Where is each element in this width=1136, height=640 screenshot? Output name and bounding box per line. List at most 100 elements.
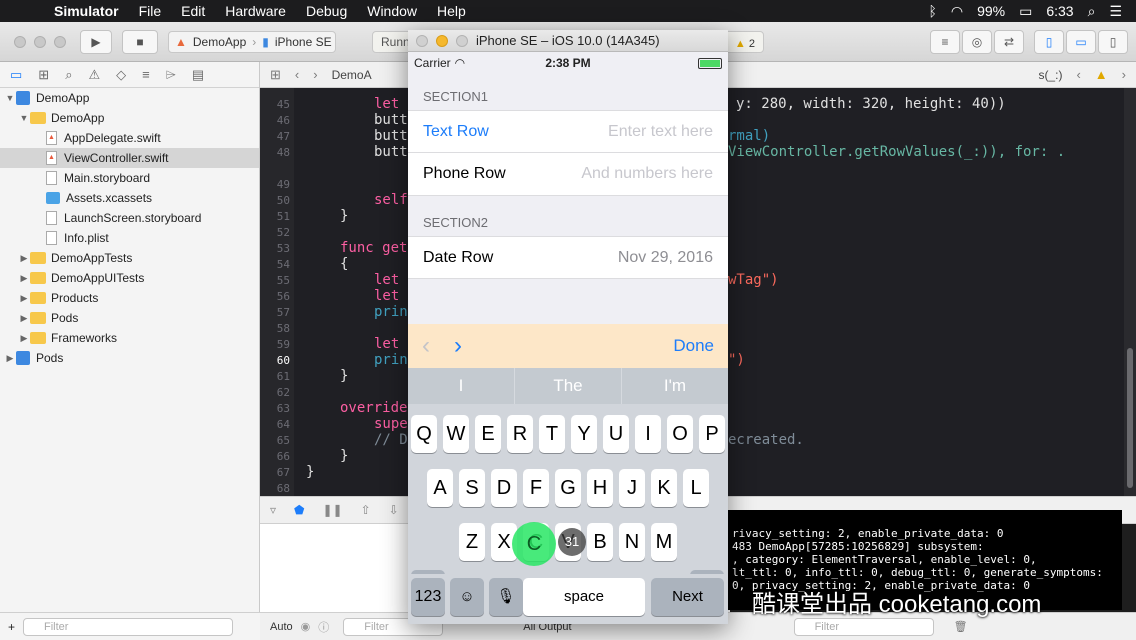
scrollbar-thumb[interactable] <box>1127 348 1133 488</box>
tree-item[interactable]: ▶ Products <box>0 288 259 308</box>
step-over-icon[interactable]: ⇧ <box>361 503 371 517</box>
suggestion-1[interactable]: I <box>408 368 515 404</box>
key-g[interactable]: G <box>555 469 581 507</box>
space-key[interactable]: space <box>523 578 645 616</box>
menu-debug[interactable]: Debug <box>296 3 357 19</box>
breakpoints-toggle-icon[interactable]: ⬟ <box>294 503 304 517</box>
standard-editor-button[interactable]: ≡ <box>930 30 960 54</box>
disclosure-closed-icon[interactable]: ▶ <box>18 293 30 304</box>
tree-item[interactable]: ▶ Pods <box>0 308 259 328</box>
back-icon[interactable]: ‹ <box>295 67 299 82</box>
done-button[interactable]: Done <box>673 336 714 356</box>
next-key[interactable]: Next <box>651 578 724 616</box>
spotlight-icon[interactable]: ⌕ <box>1088 3 1096 20</box>
auto-selector[interactable]: Auto <box>270 621 293 633</box>
emoji-key[interactable]: ☺ <box>450 578 484 616</box>
issue-icon[interactable]: ⚠ <box>88 67 100 83</box>
toggle-debug-button[interactable]: ▭ <box>1066 30 1096 54</box>
disclosure-closed-icon[interactable]: ▶ <box>4 353 16 364</box>
key-e[interactable]: E <box>475 415 501 453</box>
zoom-window-button[interactable] <box>54 36 66 48</box>
menu-edit[interactable]: Edit <box>171 3 215 19</box>
jumpbar-method[interactable]: s(_:) <box>1038 68 1062 82</box>
menu-hardware[interactable]: Hardware <box>215 3 296 19</box>
sim-minimize-button[interactable] <box>436 35 448 47</box>
key-p[interactable]: P <box>699 415 725 453</box>
numbers-key-bottom[interactable]: 123 <box>411 578 445 616</box>
editor-scrollbar[interactable] <box>1124 88 1136 496</box>
disclosure-closed-icon[interactable]: ▶ <box>18 273 30 284</box>
warning-icon-editor[interactable]: ▲ <box>1095 67 1108 82</box>
toggle-navigator-button[interactable]: ▯ <box>1034 30 1064 54</box>
console-filter-input[interactable]: Filter <box>793 617 934 636</box>
key-r[interactable]: R <box>507 415 533 453</box>
text-row-input[interactable]: Enter text here <box>608 123 713 141</box>
key-o[interactable]: O <box>667 415 693 453</box>
key-f[interactable]: F <box>523 469 549 507</box>
stop-button[interactable]: ■ <box>122 30 158 54</box>
key-u[interactable]: U <box>603 415 629 453</box>
disclosure-closed-icon[interactable]: ▶ <box>18 253 30 264</box>
key-h[interactable]: H <box>587 469 613 507</box>
suggestion-3[interactable]: I'm <box>622 368 728 404</box>
related-items-icon[interactable]: ⊞ <box>270 67 281 83</box>
menu-window[interactable]: Window <box>357 3 427 19</box>
phone-row-input[interactable]: And numbers here <box>581 165 713 183</box>
tree-item[interactable]: ▶ Frameworks <box>0 328 259 348</box>
tree-item[interactable]: LaunchScreen.storyboard <box>0 208 259 228</box>
key-k[interactable]: K <box>651 469 677 507</box>
tree-item[interactable]: ▲ AppDelegate.swift <box>0 128 259 148</box>
battery-percent[interactable]: 99% <box>977 3 1005 19</box>
scheme-selector[interactable]: ▲ DemoApp › ▮ iPhone SE <box>168 31 336 53</box>
key-n[interactable]: N <box>619 523 645 561</box>
notification-center-icon[interactable]: ☰ <box>1109 3 1122 20</box>
warning-badge[interactable]: ▲ 2 <box>735 34 755 54</box>
bluetooth-icon[interactable]: ᛒ <box>928 3 936 19</box>
clock[interactable]: 6:33 <box>1046 3 1073 19</box>
battery-icon[interactable]: ▭ <box>1019 3 1032 20</box>
breakpoint-icon[interactable]: ⌲ <box>166 67 176 83</box>
text-row[interactable]: Text Row Enter text here <box>408 110 728 153</box>
tree-item[interactable]: Assets.xcassets <box>0 188 259 208</box>
key-b[interactable]: B <box>587 523 613 561</box>
dictation-key[interactable]: 🎙 <box>489 578 523 616</box>
forward-icon[interactable]: › <box>313 67 317 82</box>
menu-app-name[interactable]: Simulator <box>44 3 129 19</box>
key-i[interactable]: I <box>635 415 661 453</box>
key-d[interactable]: D <box>491 469 517 507</box>
minimize-window-button[interactable] <box>34 36 46 48</box>
key-l[interactable]: L <box>683 469 709 507</box>
chevron-right-icon-editor[interactable]: › <box>1122 67 1126 82</box>
navigator-filter-input[interactable]: Filter <box>23 617 234 636</box>
close-window-button[interactable] <box>14 36 26 48</box>
disclosure-open-icon[interactable]: ▼ <box>4 93 16 103</box>
find-icon[interactable]: ⌕ <box>65 67 72 83</box>
run-button[interactable]: ▶ <box>80 30 112 54</box>
tree-item[interactable]: ▶ DemoAppTests <box>0 248 259 268</box>
folder-icon[interactable]: ▭ <box>10 67 22 83</box>
plus-icon[interactable]: + <box>8 620 15 634</box>
tree-item[interactable]: ▼ DemoApp <box>0 88 259 108</box>
key-m[interactable]: M <box>651 523 677 561</box>
tree-item[interactable]: Info.plist <box>0 228 259 248</box>
phone-row[interactable]: Phone Row And numbers here <box>408 153 728 196</box>
info-icon[interactable]: ⓘ <box>318 619 329 635</box>
version-editor-button[interactable]: ⇄ <box>994 30 1024 54</box>
key-z[interactable]: Z <box>459 523 485 561</box>
date-row[interactable]: Date Row Nov 29, 2016 <box>408 236 728 279</box>
trash-icon[interactable]: 🗑 <box>954 620 968 633</box>
debug-icon[interactable]: ≡ <box>142 67 150 82</box>
key-q[interactable]: Q <box>411 415 437 453</box>
key-a[interactable]: A <box>427 469 453 507</box>
key-j[interactable]: J <box>619 469 645 507</box>
jumpbar-file[interactable]: DemoA <box>332 68 372 82</box>
step-into-icon[interactable]: ⇩ <box>389 503 399 517</box>
disclosure-open-icon[interactable]: ▼ <box>18 113 30 123</box>
assistant-editor-button[interactable]: ◎ <box>962 30 992 54</box>
suggestion-2[interactable]: The <box>515 368 622 404</box>
tree-item[interactable]: Main.storyboard <box>0 168 259 188</box>
chevron-left-icon[interactable]: ‹ <box>1076 67 1080 82</box>
menu-file[interactable]: File <box>129 3 172 19</box>
sim-close-button[interactable] <box>416 35 428 47</box>
test-icon[interactable]: ◇ <box>116 67 126 83</box>
